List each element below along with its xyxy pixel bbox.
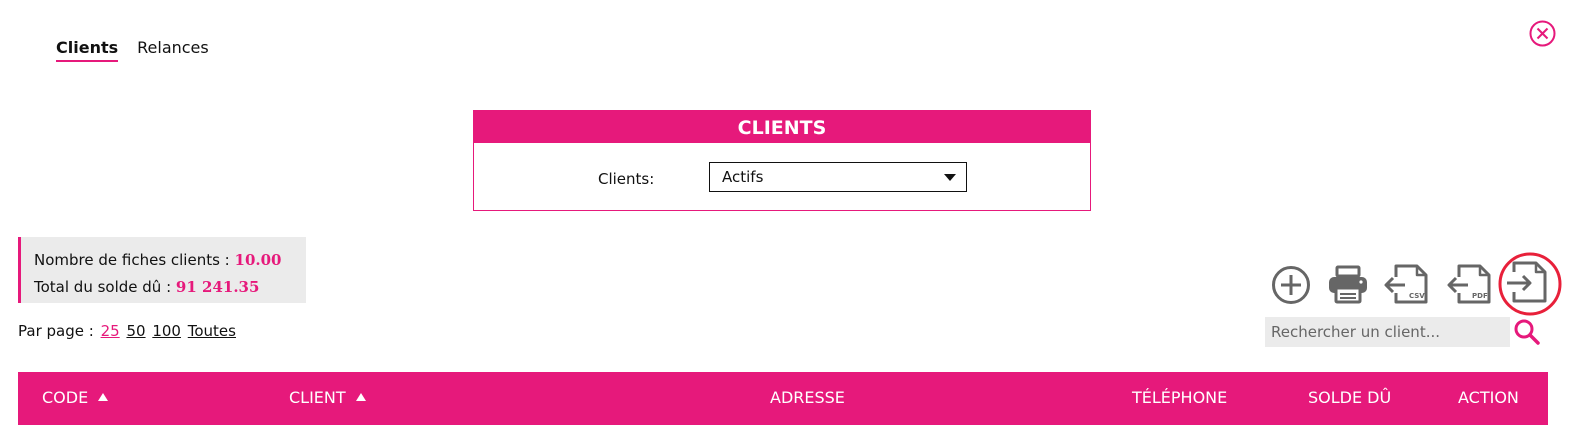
sort-asc-icon [98, 393, 109, 401]
clients-filter-panel: CLIENTS Clients: Actifs [473, 110, 1091, 211]
tab-relances[interactable]: Relances [137, 38, 209, 62]
column-header-phone: TÉLÉPHONE [1132, 388, 1228, 407]
close-icon[interactable] [1529, 20, 1556, 47]
column-header-balance: SOLDE DÛ [1308, 388, 1392, 407]
export-csv-icon[interactable]: CSV [1383, 263, 1431, 305]
add-circle-icon[interactable] [1270, 265, 1312, 305]
sort-asc-icon [355, 393, 366, 401]
clients-filter-label: Clients: [598, 170, 655, 188]
csv-label: CSV [1409, 292, 1425, 300]
balance-value: 91 241.35 [175, 278, 260, 296]
import-icon[interactable] [1497, 252, 1563, 316]
client-count-row: Nombre de fiches clients : 10.00 [34, 247, 306, 274]
tab-bar: Clients Relances [56, 38, 209, 62]
clients-status-select[interactable]: Actifs [709, 162, 967, 192]
client-count-value: 10.00 [234, 251, 282, 269]
tab-clients[interactable]: Clients [56, 38, 119, 62]
column-header-code[interactable]: CODE [42, 388, 109, 407]
per-page-100-link[interactable]: 100 [152, 322, 181, 340]
per-page-50-link[interactable]: 50 [126, 322, 145, 340]
per-page-selector: Par page : 25 50 100 Toutes [18, 322, 236, 340]
balance-label: Total du solde dû : [34, 278, 172, 296]
column-header-client-label: CLIENT [289, 388, 346, 407]
per-page-all-link[interactable]: Toutes [188, 322, 236, 340]
clients-summary: Nombre de fiches clients : 10.00 Total d… [18, 237, 306, 303]
client-count-label: Nombre de fiches clients : [34, 251, 230, 269]
search-icon[interactable] [1513, 318, 1541, 346]
column-header-action: ACTION [1458, 388, 1519, 407]
column-header-code-label: CODE [42, 388, 89, 407]
chevron-down-icon [944, 174, 956, 181]
column-header-address: ADRESSE [770, 388, 845, 407]
export-pdf-icon[interactable]: PDF [1446, 263, 1494, 305]
per-page-label: Par page : [18, 322, 94, 340]
print-icon[interactable] [1327, 264, 1369, 306]
pdf-label: PDF [1472, 292, 1488, 300]
column-header-client[interactable]: CLIENT [289, 388, 366, 407]
filter-title: CLIENTS [474, 111, 1090, 143]
clients-status-selected-value: Actifs [722, 168, 764, 186]
client-search-input[interactable] [1265, 317, 1510, 347]
balance-row: Total du solde dû : 91 241.35 [34, 274, 306, 301]
per-page-25-link[interactable]: 25 [101, 322, 120, 340]
clients-table-header: CODE CLIENT ADRESSE TÉLÉPHONE SOLDE DÛ A… [18, 372, 1548, 425]
